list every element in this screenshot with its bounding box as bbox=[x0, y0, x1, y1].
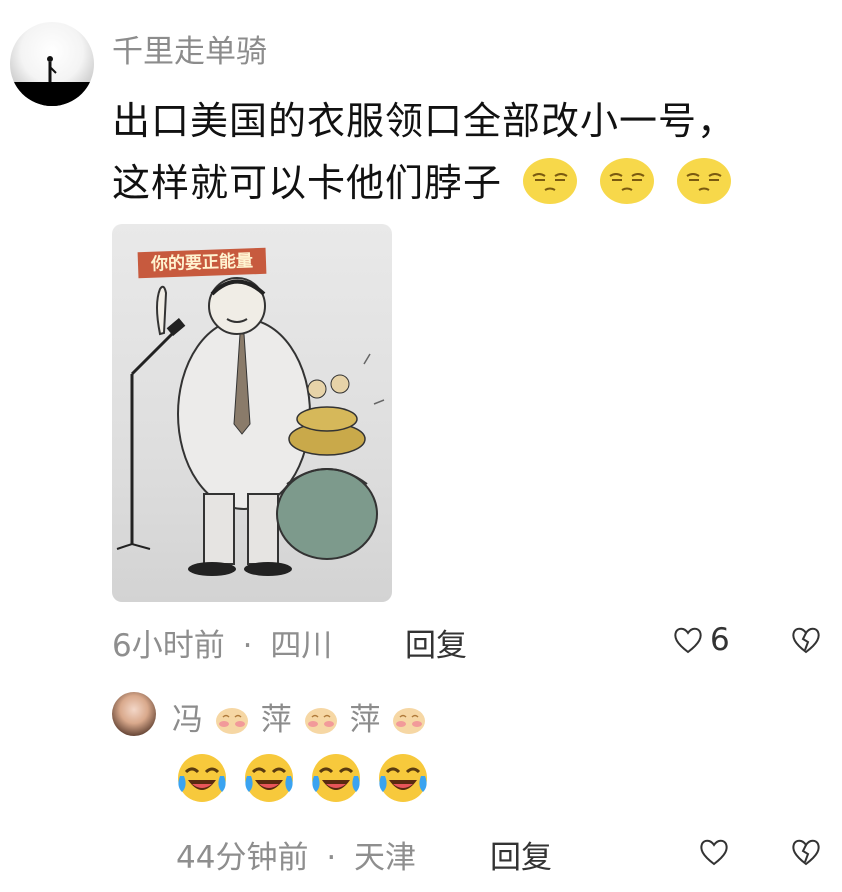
reply-dislike-button[interactable] bbox=[790, 836, 822, 872]
reply-time: 44分钟前 bbox=[176, 840, 309, 876]
reply-username-part-3: 萍 bbox=[349, 702, 381, 738]
comment-text-line-1: 出口美国的衣服领口全部改小一号， bbox=[112, 99, 737, 143]
cartoon-illustration bbox=[116, 277, 385, 576]
comment-time: 6小时前 bbox=[112, 628, 225, 664]
reply-username-part-1: 冯 bbox=[172, 702, 203, 738]
comment-location: 四川 bbox=[270, 628, 333, 664]
reply-like-button[interactable] bbox=[698, 836, 730, 872]
commenter-username[interactable]: 千里走单骑 bbox=[112, 26, 267, 71]
reply-text bbox=[176, 752, 439, 808]
broken-heart-icon bbox=[792, 627, 820, 654]
reply-location: 天津 bbox=[354, 840, 417, 876]
like-button[interactable] bbox=[672, 624, 704, 660]
laughing-tears-icon bbox=[310, 752, 362, 804]
reply-reply-button[interactable]: 回复 bbox=[490, 832, 552, 877]
blush-face-icon bbox=[215, 706, 249, 736]
dislike-button[interactable] bbox=[790, 624, 822, 660]
heart-icon bbox=[700, 839, 728, 866]
heart-icon bbox=[674, 627, 702, 654]
comment-image[interactable]: 你的要正能量 bbox=[112, 224, 392, 602]
meta-separator: · bbox=[242, 628, 253, 664]
like-count: 6 bbox=[710, 622, 730, 658]
reply-avatar[interactable] bbox=[112, 692, 156, 736]
silhouette-icon bbox=[10, 56, 94, 106]
blush-face-icon bbox=[304, 706, 338, 736]
reply-button[interactable]: 回复 bbox=[405, 620, 467, 665]
laughing-tears-icon bbox=[176, 752, 228, 804]
smirk-face-icon bbox=[521, 156, 579, 206]
meta-separator: · bbox=[326, 840, 337, 876]
smirk-face-icon bbox=[675, 156, 733, 206]
blush-face-icon bbox=[392, 706, 426, 736]
commenter-avatar[interactable] bbox=[10, 22, 94, 106]
reply-username-part-2: 萍 bbox=[260, 702, 292, 738]
comment-text-line-2-text: 这样就可以卡他们脖子 bbox=[112, 161, 503, 205]
laughing-tears-icon bbox=[243, 752, 295, 804]
comment-text-line-2: 这样就可以卡他们脖子 bbox=[112, 152, 733, 207]
smirk-face-icon bbox=[598, 156, 656, 206]
reply-username[interactable]: 冯 萍 萍 bbox=[172, 694, 428, 739]
laughing-tears-icon bbox=[377, 752, 429, 804]
reply-meta: 44分钟前 · 天津 bbox=[176, 832, 416, 877]
comment-meta: 6小时前 · 四川 bbox=[112, 620, 332, 665]
broken-heart-icon bbox=[792, 839, 820, 866]
